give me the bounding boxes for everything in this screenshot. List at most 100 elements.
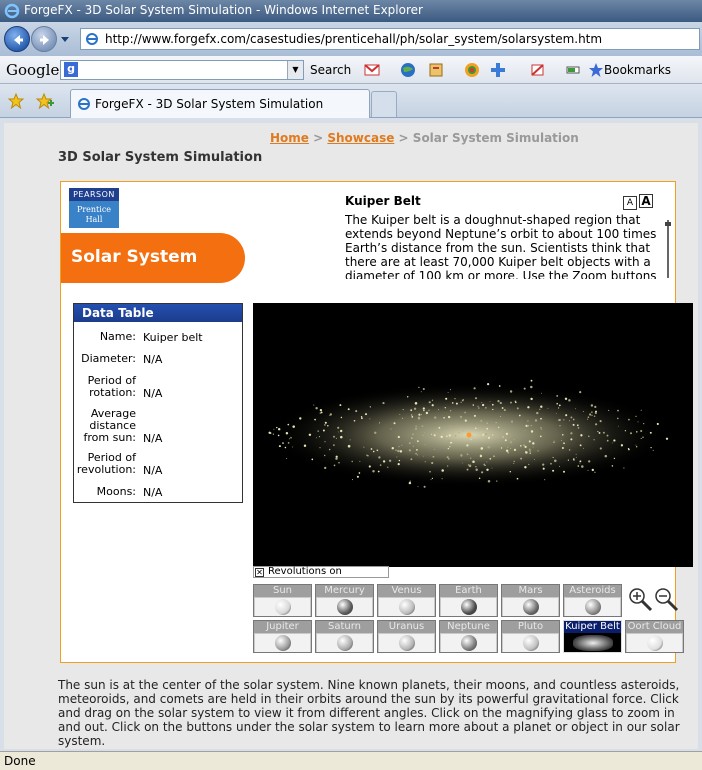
planet-button-kuiper-belt[interactable]: Kuiper Belt bbox=[563, 620, 622, 653]
belt-particle bbox=[339, 404, 342, 407]
belt-particle bbox=[482, 433, 485, 436]
asteroids-icon bbox=[585, 599, 601, 615]
belt-particle bbox=[486, 427, 489, 430]
belt-particle bbox=[628, 418, 630, 421]
belt-particle bbox=[505, 449, 509, 452]
add-favorite-icon[interactable] bbox=[36, 93, 54, 109]
belt-particle bbox=[431, 399, 434, 401]
belt-particle bbox=[367, 454, 369, 457]
font-larger-button[interactable]: A bbox=[639, 194, 653, 208]
belt-particle bbox=[460, 456, 462, 457]
new-tab-button[interactable] bbox=[371, 91, 397, 117]
belt-particle bbox=[617, 409, 619, 412]
belt-particle bbox=[420, 391, 422, 393]
google-logo: Google bbox=[6, 61, 60, 79]
planet-button-pluto[interactable]: Pluto bbox=[501, 620, 560, 653]
belt-particle bbox=[398, 459, 401, 462]
planet-button-asteroids[interactable]: Asteroids bbox=[563, 584, 622, 617]
planet-button-neptune[interactable]: Neptune bbox=[439, 620, 498, 653]
tab-solar-system[interactable]: ForgeFX - 3D Solar System Simulation bbox=[70, 89, 370, 118]
belt-particle bbox=[513, 448, 517, 452]
popup-blocker-icon[interactable] bbox=[530, 62, 546, 78]
belt-particle bbox=[509, 470, 512, 473]
belt-particle bbox=[498, 426, 500, 429]
belt-particle bbox=[406, 396, 409, 398]
solar-system-banner: Solar System bbox=[61, 233, 245, 283]
belt-particle bbox=[353, 420, 356, 422]
belt-particle bbox=[627, 447, 630, 450]
planet-button-mercury[interactable]: Mercury bbox=[315, 584, 374, 617]
solar-system-view[interactable] bbox=[253, 303, 693, 567]
belt-particle bbox=[528, 463, 530, 465]
belt-particle bbox=[497, 400, 500, 403]
planet-button-uranus[interactable]: Uranus bbox=[377, 620, 436, 653]
page-description: The sun is at the center of the solar sy… bbox=[58, 678, 680, 748]
address-toolbar: http://www.forgefx.com/casestudies/prent… bbox=[0, 22, 702, 56]
battery-icon[interactable] bbox=[566, 62, 582, 78]
belt-particle bbox=[590, 404, 594, 407]
globe-icon[interactable] bbox=[400, 62, 416, 78]
belt-particle bbox=[412, 445, 415, 447]
planet-button-saturn[interactable]: Saturn bbox=[315, 620, 374, 653]
zoom-in-icon[interactable] bbox=[627, 586, 653, 612]
revolutions-checkbox[interactable]: ✕ bbox=[255, 568, 264, 577]
uranus-icon bbox=[399, 635, 415, 651]
belt-particle bbox=[613, 457, 616, 460]
bookmarks-button[interactable]: Bookmarks bbox=[604, 63, 671, 77]
planet-button-oort-cloud[interactable]: Oort Cloud bbox=[625, 620, 684, 653]
belt-particle bbox=[593, 415, 596, 417]
belt-particle bbox=[472, 404, 475, 406]
belt-particle bbox=[495, 422, 497, 424]
data-label: Moons: bbox=[96, 485, 136, 498]
google-search-input[interactable]: g ▼ bbox=[60, 60, 304, 80]
logo-line: Prentice bbox=[76, 205, 112, 214]
info-scrollbar[interactable] bbox=[665, 220, 671, 278]
planet-label: Uranus bbox=[378, 621, 435, 633]
planet-thumbnail bbox=[379, 634, 434, 652]
planet-button-jupiter[interactable]: Jupiter bbox=[253, 620, 312, 653]
belt-particle bbox=[272, 433, 275, 435]
belt-particle bbox=[395, 449, 397, 451]
google-search-button[interactable]: Search bbox=[310, 63, 351, 77]
belt-particle bbox=[479, 454, 483, 458]
belt-particle bbox=[282, 442, 284, 445]
planet-button-mars[interactable]: Mars bbox=[501, 584, 560, 617]
add-button-icon[interactable] bbox=[490, 62, 506, 78]
belt-particle bbox=[606, 434, 609, 437]
belt-particle bbox=[422, 434, 425, 437]
notebook-icon[interactable] bbox=[428, 62, 444, 78]
belt-particle bbox=[563, 442, 565, 445]
belt-particle bbox=[308, 433, 312, 437]
data-label: Name: bbox=[99, 330, 136, 343]
belt-particle bbox=[572, 423, 575, 426]
favorites-star-icon[interactable] bbox=[8, 93, 24, 109]
belt-particle bbox=[568, 399, 571, 402]
chevron-down-icon[interactable]: ▼ bbox=[287, 61, 303, 79]
belt-particle bbox=[570, 416, 573, 419]
revolutions-toggle[interactable]: ✕ Revolutions on bbox=[253, 566, 389, 578]
belt-particle bbox=[393, 422, 396, 425]
star-icon[interactable] bbox=[588, 62, 604, 78]
planet-thumbnail bbox=[441, 598, 496, 616]
belt-particle bbox=[339, 429, 343, 433]
belt-particle bbox=[322, 429, 325, 432]
history-dropdown-icon[interactable] bbox=[60, 34, 70, 44]
breadcrumb-showcase-link[interactable]: Showcase bbox=[327, 131, 394, 145]
belt-particle bbox=[473, 387, 476, 390]
forward-button[interactable] bbox=[31, 26, 57, 52]
address-bar[interactable]: http://www.forgefx.com/casestudies/prent… bbox=[80, 28, 700, 50]
picasa-icon[interactable] bbox=[464, 62, 480, 78]
planet-button-sun[interactable]: Sun bbox=[253, 584, 312, 617]
back-button[interactable] bbox=[4, 26, 30, 52]
belt-particle bbox=[562, 434, 564, 436]
belt-particle bbox=[318, 435, 321, 438]
belt-particle bbox=[471, 435, 473, 437]
belt-particle bbox=[507, 446, 509, 448]
belt-particle bbox=[530, 430, 534, 433]
font-smaller-button[interactable]: A bbox=[623, 196, 637, 210]
breadcrumb-home-link[interactable]: Home bbox=[270, 131, 309, 145]
gmail-icon[interactable] bbox=[364, 62, 380, 78]
planet-button-venus[interactable]: Venus bbox=[377, 584, 436, 617]
zoom-out-icon[interactable] bbox=[653, 586, 679, 612]
planet-button-earth[interactable]: Earth bbox=[439, 584, 498, 617]
